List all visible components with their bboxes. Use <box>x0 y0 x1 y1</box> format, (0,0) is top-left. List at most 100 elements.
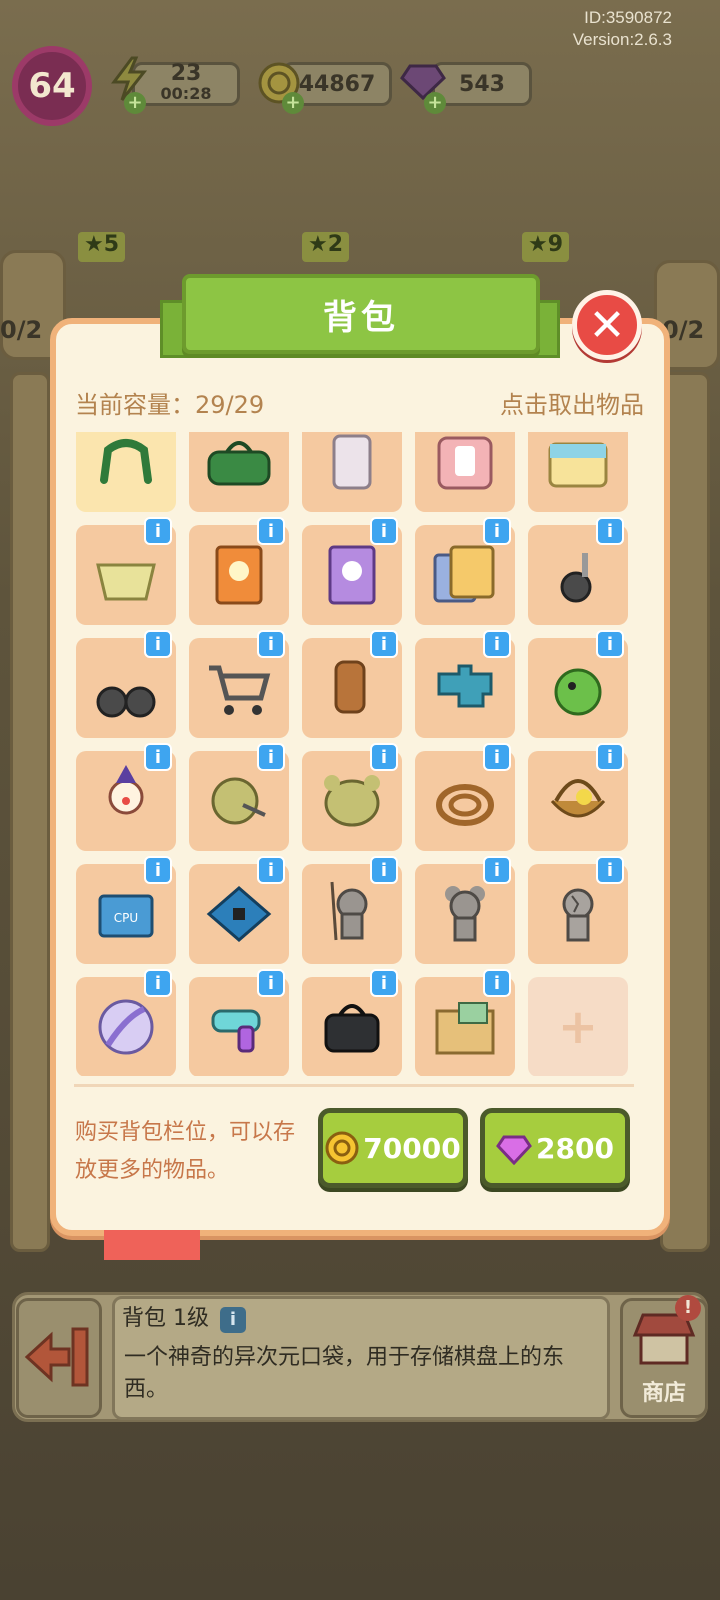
exit-arrow-icon <box>24 1327 89 1387</box>
shop-button[interactable]: 商店 ! <box>620 1295 708 1418</box>
info-icon[interactable]: i <box>596 517 624 545</box>
info-icon[interactable]: i <box>257 969 285 997</box>
energy-value: 23 <box>170 61 202 86</box>
item-slot-single-caster-wheel[interactable]: i <box>528 517 628 625</box>
info-icon[interactable]: i <box>144 856 172 884</box>
side-star-left: ★5 <box>78 232 126 262</box>
bear-fabric-scissors-icon <box>211 777 266 825</box>
item-slot-book-stack[interactable]: i <box>415 517 515 625</box>
exit-button[interactable] <box>16 1298 102 1418</box>
info-icon[interactable]: i <box>370 743 398 771</box>
info-icon[interactable]: i <box>596 856 624 884</box>
item-slot-flower-basket[interactable]: i <box>528 743 628 851</box>
item-slot-double-caster-wheel[interactable]: i <box>76 630 176 738</box>
item-slot-mouse-statue-cracked[interactable]: i <box>528 856 628 964</box>
item-slot-green-horseshoe[interactable] <box>76 432 176 512</box>
info-icon[interactable]: i <box>596 743 624 771</box>
info-icon[interactable]: i <box>370 856 398 884</box>
item-slot-blue-puzzle[interactable]: i <box>415 630 515 738</box>
info-icon[interactable]: i <box>483 969 511 997</box>
coin-price: 70000 <box>363 1131 461 1165</box>
item-slot-green-dino-plush[interactable]: i <box>528 630 628 738</box>
rope-coil-icon <box>436 784 494 826</box>
item-slot-rope-coil[interactable]: i <box>415 743 515 851</box>
info-icon[interactable]: i <box>144 969 172 997</box>
item-slot-pink-suitcase[interactable] <box>415 432 515 512</box>
clown-figurine-icon <box>108 765 144 815</box>
info-icon[interactable]: i <box>370 969 398 997</box>
divider <box>74 1084 634 1087</box>
info-icon[interactable]: i <box>483 517 511 545</box>
info-icon[interactable]: i <box>144 743 172 771</box>
green-dino-plush-icon <box>554 668 602 716</box>
info-icon[interactable]: i <box>596 630 624 658</box>
info-icon[interactable]: i <box>257 630 285 658</box>
info-icon[interactable]: i <box>483 856 511 884</box>
blue-puzzle-icon <box>437 664 493 708</box>
item-slot-white-robot-piece[interactable] <box>302 432 402 512</box>
item-grid[interactable]: i i i i i i i i i i i i i i i CPU i i i i i i i i i + <box>76 432 644 1076</box>
info-icon[interactable]: i <box>257 517 285 545</box>
single-caster-wheel-icon <box>560 553 592 603</box>
item-slot-orange-book-2[interactable]: i <box>189 517 289 625</box>
energy-plus-icon[interactable]: + <box>124 92 146 114</box>
item-slot-black-handbag[interactable]: i <box>302 969 402 1076</box>
side-star-mid: ★2 <box>302 232 350 262</box>
cardboard-box-icon <box>435 1002 495 1055</box>
black-handbag-icon <box>324 1004 380 1053</box>
item-slot-water-gun[interactable]: i <box>189 969 289 1076</box>
cpu-chip-icon: CPU <box>98 894 154 938</box>
side-count-left: 0/2 <box>0 316 43 344</box>
info-icon[interactable]: i <box>144 630 172 658</box>
coin-plus-icon[interactable]: + <box>282 92 304 114</box>
tree-stump-icon <box>334 660 366 714</box>
item-slot-shopping-cart[interactable]: i <box>189 630 289 738</box>
item-slot-mouse-statue-spear[interactable]: i <box>302 856 402 964</box>
info-icon[interactable]: i <box>483 743 511 771</box>
item-slot-mouse-statue[interactable]: i <box>415 856 515 964</box>
gem-counter[interactable]: 543 <box>432 62 532 106</box>
bear-fabric-icon <box>324 775 380 827</box>
item-slot-green-bag[interactable] <box>189 432 289 512</box>
take-out-hint: 点击取出物品 <box>500 391 644 419</box>
panel-title: 背包 <box>182 274 540 354</box>
shop-label: 商店 <box>641 1381 686 1406</box>
gem-plus-icon[interactable]: + <box>424 92 446 114</box>
info-icon[interactable]: i <box>257 743 285 771</box>
info-icon[interactable]: i <box>144 517 172 545</box>
player-id: ID:3590872 <box>584 8 672 27</box>
item-slot-wire-basket[interactable]: i <box>76 517 176 625</box>
level-badge[interactable]: 64 <box>12 46 92 126</box>
gem-price: 2800 <box>536 1131 614 1165</box>
info-icon[interactable]: i <box>483 630 511 658</box>
info-icon[interactable]: i <box>220 1307 246 1333</box>
buy-slot-hint: 购买背包栏位，可以存放更多的物品。 <box>75 1120 296 1183</box>
info-icon[interactable]: i <box>370 630 398 658</box>
item-slot-purple-book-3[interactable]: i <box>302 517 402 625</box>
item-slot-tree-stump[interactable]: i <box>302 630 402 738</box>
item-slot-circuit-board[interactable]: i <box>189 856 289 964</box>
item-slot-bear-fabric-scissors[interactable]: i <box>189 743 289 851</box>
shopping-cart-icon <box>209 665 271 715</box>
buy-with-gems-button[interactable]: 2800 <box>480 1108 630 1188</box>
item-slot-cpu-chip[interactable]: CPU i <box>76 856 176 964</box>
mouse-statue-spear-icon <box>330 881 368 941</box>
purple-book-3-icon <box>328 545 376 605</box>
wire-basket-icon <box>96 563 156 601</box>
close-icon: ✕ <box>588 299 626 351</box>
green-bag-icon <box>207 441 271 486</box>
orange-book-2-icon <box>215 545 263 605</box>
item-slot-first-aid-kit[interactable] <box>528 432 628 512</box>
item-slot-bear-fabric[interactable]: i <box>302 743 402 851</box>
white-robot-piece-icon <box>332 434 372 490</box>
info-icon[interactable]: i <box>370 517 398 545</box>
red-bookmark <box>104 1230 200 1260</box>
item-slot-clown-figurine[interactable]: i <box>76 743 176 851</box>
item-slot-beach-ball[interactable]: i <box>76 969 176 1076</box>
close-button[interactable]: ✕ <box>572 290 642 360</box>
info-icon[interactable]: i <box>257 856 285 884</box>
item-slot-cardboard-box[interactable]: i <box>415 969 515 1076</box>
mouse-statue-icon <box>445 886 485 942</box>
buy-with-coins-button[interactable]: 70000 <box>318 1108 468 1188</box>
empty-slot-plus-icon[interactable]: + <box>528 977 628 1076</box>
